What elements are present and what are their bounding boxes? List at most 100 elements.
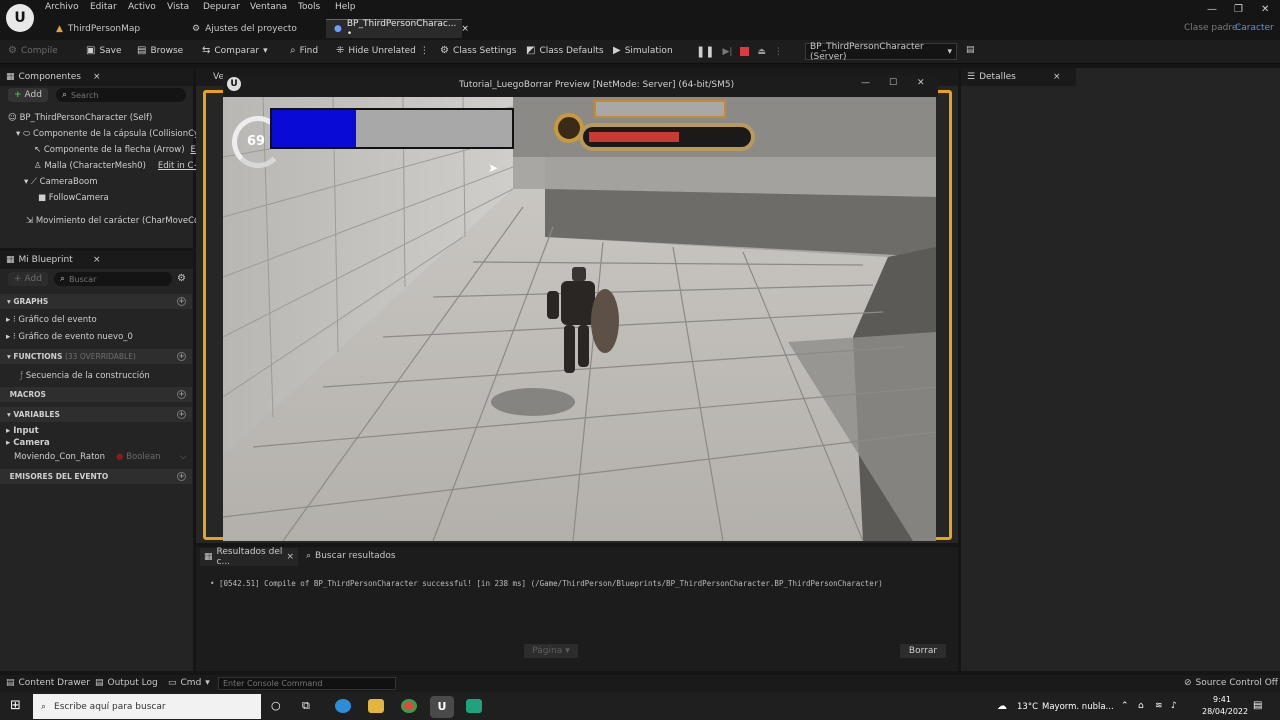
hide-unrelated-button[interactable]: ⁜ Hide Unrelated ⋮: [336, 45, 429, 56]
eject-icon[interactable]: ⏏: [757, 47, 766, 57]
clear-button[interactable]: Borrar: [900, 644, 946, 658]
add-member-button[interactable]: + Add: [8, 272, 48, 286]
network-icon[interactable]: ⌂: [1138, 701, 1144, 711]
taskbar-search[interactable]: ⌕ Escribe aquí para buscar: [33, 694, 261, 719]
weather-desc[interactable]: Mayorm. nubla...: [1042, 702, 1114, 712]
graph-item-event[interactable]: ▸ ⁝ Gráfico del evento: [6, 315, 97, 325]
stop-icon[interactable]: [740, 47, 750, 56]
minimize-icon[interactable]: —: [861, 78, 870, 88]
speaker-icon[interactable]: ♪: [1171, 701, 1177, 711]
parent-class-link[interactable]: Caracter: [1235, 23, 1274, 33]
content-drawer-button[interactable]: ▤ Content Drawer: [6, 678, 90, 688]
tab-thirdpersonmap[interactable]: ▲ ThirdPersonMap: [48, 19, 178, 38]
close-icon[interactable]: ×: [461, 24, 469, 34]
close-window-icon[interactable]: ✕: [1261, 4, 1269, 15]
compare-button[interactable]: ⇆ Comparar ▾: [202, 45, 268, 56]
find-button[interactable]: ⌕ Find: [290, 45, 318, 56]
tree-item-mesh[interactable]: ♙ Malla (CharacterMesh0) Edit in C++: [34, 161, 208, 171]
cortana-icon[interactable]: ○: [271, 699, 281, 712]
edge-icon[interactable]: [335, 699, 351, 713]
cmd-dropdown[interactable]: ▭ Cmd ▾: [168, 678, 210, 688]
variable-group-input[interactable]: ▸ Input: [6, 426, 39, 436]
output-log-button[interactable]: ▤ Output Log: [95, 678, 158, 688]
file-explorer-icon[interactable]: [368, 699, 384, 713]
compile-button[interactable]: ⚙ Compile: [8, 45, 58, 56]
add-function-icon[interactable]: +: [177, 352, 186, 361]
tree-item-self[interactable]: ☺ BP_ThirdPersonCharacter (Self): [8, 113, 152, 123]
chrome-icon[interactable]: [401, 699, 417, 713]
restore-icon[interactable]: ❐: [1234, 4, 1243, 15]
minimize-icon[interactable]: —: [1207, 4, 1217, 15]
task-view-icon[interactable]: ⧉: [302, 699, 310, 713]
clock-time[interactable]: 9:41: [1213, 695, 1231, 704]
blueprint-search-input[interactable]: [69, 274, 160, 284]
clock-date[interactable]: 28/04/2022: [1202, 707, 1248, 716]
notification-icon[interactable]: ▤: [1253, 700, 1262, 711]
pause-icon[interactable]: ❚❚: [696, 45, 714, 58]
unreal-logo-icon[interactable]: U: [6, 4, 34, 32]
debug-object-dropdown[interactable]: BP_ThirdPersonCharacter (Server) ▾: [805, 42, 957, 62]
graphs-category[interactable]: ▾ GRAPHS +: [0, 294, 192, 309]
tree-item-arrow[interactable]: ↖ Componente de la flecha (Arrow)Edit: [34, 145, 207, 155]
game-viewport[interactable]: 69 ➤: [223, 97, 936, 541]
app-icon[interactable]: [466, 699, 482, 713]
source-control-button[interactable]: ⊘ Source Control Off: [1184, 678, 1278, 688]
settings-gear-icon[interactable]: ⚙: [177, 273, 186, 284]
add-dispatcher-icon[interactable]: +: [177, 472, 186, 481]
variable-group-camera[interactable]: ▸ Camera: [6, 438, 50, 448]
wifi-icon[interactable]: ≋: [1155, 701, 1163, 711]
chevron-down-icon[interactable]: ⌵: [180, 452, 187, 462]
variable-type[interactable]: ● Boolean: [116, 452, 161, 462]
close-icon[interactable]: ×: [93, 255, 101, 265]
add-variable-icon[interactable]: +: [177, 410, 186, 419]
menu-vista[interactable]: Vista: [167, 2, 189, 12]
function-item-construction[interactable]: ƒ Secuencia de la construcción: [20, 371, 150, 381]
step-icon[interactable]: ▶|: [722, 47, 732, 57]
tree-item-movement[interactable]: ⇲ Movimiento del carácter (CharMoveCor: [26, 216, 203, 226]
weather-temp[interactable]: 13°C: [1017, 702, 1038, 712]
save-button[interactable]: ▣ Save: [86, 45, 122, 56]
menu-help[interactable]: Help: [335, 2, 356, 12]
close-icon[interactable]: ×: [1053, 72, 1061, 82]
tab-bp-thirdpersoncharacter[interactable]: ● BP_ThirdPersonCharac... • ×: [326, 19, 469, 39]
add-macro-icon[interactable]: +: [177, 390, 186, 399]
more-icon[interactable]: ⋮: [774, 47, 783, 57]
variables-category[interactable]: ▾ VARIABLES +: [0, 407, 192, 422]
windows-start-icon[interactable]: ⊞: [10, 698, 21, 713]
menu-ventana[interactable]: Ventana: [250, 2, 287, 12]
class-defaults-button[interactable]: ◩ Class Defaults: [526, 45, 604, 56]
close-icon[interactable]: ×: [93, 72, 101, 82]
add-graph-icon[interactable]: +: [177, 297, 186, 306]
maximize-icon[interactable]: ☐: [889, 78, 897, 88]
menu-depurar[interactable]: Depurar: [203, 2, 240, 12]
chevron-up-icon[interactable]: ⌃: [1121, 701, 1129, 711]
page-dropdown[interactable]: Página ▾: [524, 644, 578, 658]
menu-tools[interactable]: Tools: [298, 2, 320, 12]
add-component-button[interactable]: + Add: [8, 88, 48, 102]
more-icon[interactable]: ⋮: [420, 46, 429, 56]
browse-button[interactable]: ▤ Browse: [137, 45, 183, 56]
close-icon[interactable]: ×: [286, 552, 294, 562]
functions-category[interactable]: ▾ FUNCTIONS (33 OVERRIDABLE) +: [0, 349, 192, 364]
graph-item-event-new[interactable]: ▸ ⁝ Gráfico de evento nuevo_0: [6, 332, 133, 342]
simulation-button[interactable]: ▶ Simulation: [613, 45, 673, 56]
dispatchers-category[interactable]: EMISORES DEL EVENTO +: [0, 469, 192, 484]
console-command-input[interactable]: [218, 677, 396, 690]
tab-compiler-results[interactable]: ▦ Resultados del c... ×: [200, 547, 298, 567]
tab-project-settings[interactable]: ⚙ Ajustes del proyecto: [184, 19, 320, 38]
tree-item-cameraboom[interactable]: ▾ ⟋ CameraBoom: [24, 177, 98, 187]
unreal-taskbar-icon[interactable]: U: [430, 696, 454, 718]
menu-editar[interactable]: Editar: [90, 2, 117, 12]
component-search-input[interactable]: [71, 90, 172, 100]
menu-archivo[interactable]: Archivo: [45, 2, 79, 12]
variable-moviendo[interactable]: Moviendo_Con_Raton: [14, 452, 105, 462]
browse-debug-icon[interactable]: ▤: [966, 45, 975, 55]
tab-find-results[interactable]: ⌕ Buscar resultados: [306, 551, 396, 561]
menu-activo[interactable]: Activo: [128, 2, 156, 12]
macros-category[interactable]: MACROS +: [0, 387, 192, 402]
chevron-down-icon: ▾: [263, 45, 268, 56]
close-window-icon[interactable]: ✕: [917, 78, 925, 88]
class-settings-button[interactable]: ⚙ Class Settings: [440, 45, 516, 56]
tree-item-capsule[interactable]: ▾ ⬭ Componente de la cápsula (CollisionC…: [16, 129, 204, 139]
tree-item-followcamera[interactable]: ■ FollowCamera: [38, 193, 109, 203]
